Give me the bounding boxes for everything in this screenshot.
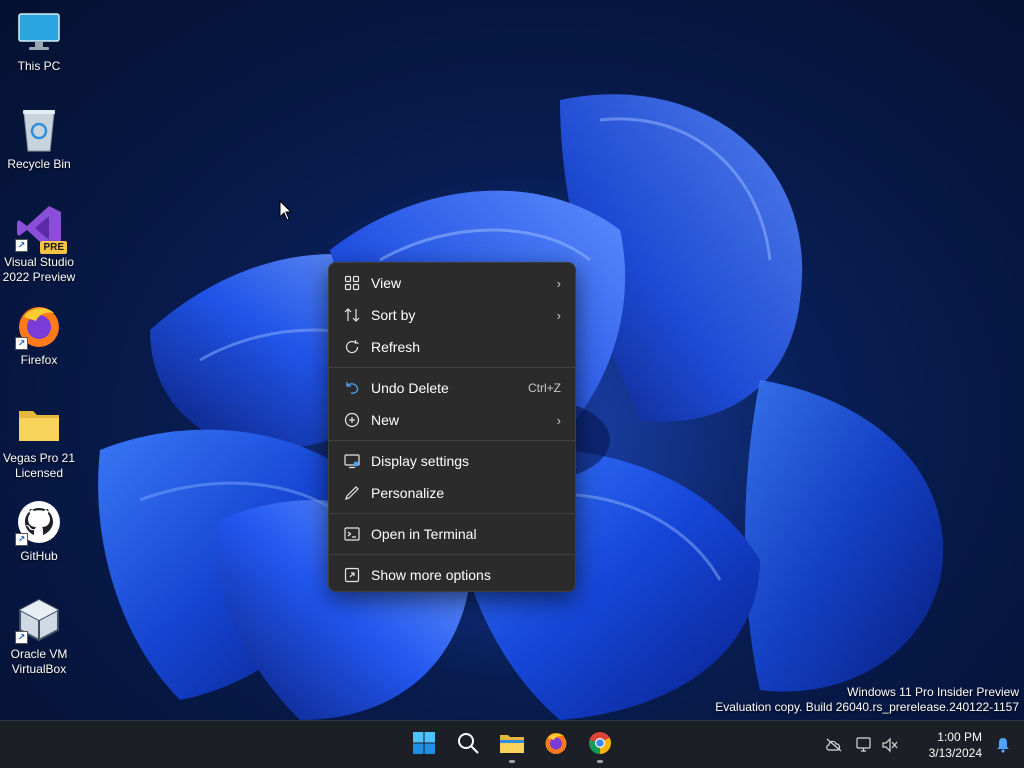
taskbar: 1:00 PM 3/13/2024 xyxy=(0,720,1024,768)
monitor-icon xyxy=(15,8,63,56)
taskbar-clock[interactable]: 1:00 PM 3/13/2024 xyxy=(929,729,982,761)
start-button[interactable] xyxy=(406,727,442,763)
start-icon xyxy=(412,731,436,760)
menu-item-personalize[interactable]: Personalize xyxy=(333,477,571,509)
firefox-icon: ↗ xyxy=(15,302,63,350)
volume-muted-icon[interactable] xyxy=(880,735,900,755)
menu-item-display-settings[interactable]: Display settings xyxy=(333,445,571,477)
undo-icon xyxy=(343,379,361,397)
menu-item-undo-delete[interactable]: Undo Delete Ctrl+Z xyxy=(333,372,571,404)
menu-separator xyxy=(329,554,575,555)
clock-date: 3/13/2024 xyxy=(928,746,982,760)
pre-badge: PRE xyxy=(40,241,67,254)
github-icon: ↗ xyxy=(15,498,63,546)
menu-item-open-in-terminal[interactable]: Open in Terminal xyxy=(333,518,571,550)
menu-item-label: Refresh xyxy=(371,339,421,355)
cloud-offline-icon[interactable] xyxy=(824,735,844,755)
taskbar-firefox[interactable] xyxy=(538,727,574,763)
menu-item-label: Personalize xyxy=(371,485,445,501)
desktop-icon-visual-studio[interactable]: PRE ↗ Visual Studio 2022 Preview xyxy=(2,204,76,285)
menu-item-refresh[interactable]: Refresh xyxy=(333,331,571,363)
desktop-icon-firefox[interactable]: ↗ Firefox xyxy=(2,302,76,368)
desktop-icon-label: GitHub xyxy=(20,549,58,563)
notification-bell-icon[interactable] xyxy=(993,735,1013,755)
watermark-line-1: Windows 11 Pro Insider Preview xyxy=(847,685,1019,699)
visual-studio-icon: PRE ↗ xyxy=(15,204,67,254)
sort-icon xyxy=(343,306,361,324)
watermark-line-2: Evaluation copy. Build 26040.rs_prerelea… xyxy=(715,700,1019,714)
desktop-icon-this-pc[interactable]: This PC xyxy=(2,8,76,74)
menu-separator xyxy=(329,440,575,441)
network-icon[interactable] xyxy=(855,735,875,755)
mouse-cursor-icon xyxy=(279,200,293,221)
chevron-right-icon: › xyxy=(556,307,561,323)
menu-item-view[interactable]: View › xyxy=(333,267,571,299)
search-button[interactable] xyxy=(450,727,486,763)
recycle-bin-icon xyxy=(15,106,63,154)
shortcut-arrow-icon: ↗ xyxy=(15,337,28,350)
more-options-icon xyxy=(343,566,361,584)
firefox-icon xyxy=(544,731,568,760)
taskbar-chrome[interactable] xyxy=(582,727,618,763)
display-settings-icon xyxy=(343,452,361,470)
menu-separator xyxy=(329,367,575,368)
chevron-right-icon: › xyxy=(556,275,561,291)
system-tray: 1:00 PM 3/13/2024 xyxy=(824,721,1024,768)
menu-item-show-more-options[interactable]: Show more options xyxy=(333,559,571,591)
plus-circle-icon xyxy=(343,411,361,429)
desktop-icon-label: Oracle VM VirtualBox xyxy=(10,647,68,676)
clock-time: 1:00 PM xyxy=(937,730,982,744)
folder-icon xyxy=(15,400,63,448)
desktop-icon-vegas-pro[interactable]: Vegas Pro 21 Licensed xyxy=(2,400,76,481)
terminal-icon xyxy=(343,525,361,543)
evaluation-watermark: Windows 11 Pro Insider Preview Evaluatio… xyxy=(715,685,1019,715)
desktop-icon-github[interactable]: ↗ GitHub xyxy=(2,498,76,564)
shortcut-arrow-icon: ↗ xyxy=(15,631,28,644)
desktop-icon-label: Visual Studio 2022 Preview xyxy=(2,255,76,284)
refresh-icon xyxy=(343,338,361,356)
shortcut-arrow-icon: ↗ xyxy=(15,239,28,252)
desktop-icon-label: This PC xyxy=(17,59,61,73)
menu-item-label: Show more options xyxy=(371,567,491,583)
running-indicator xyxy=(509,760,515,763)
menu-item-label: View xyxy=(371,275,402,291)
menu-item-label: Open in Terminal xyxy=(371,526,477,542)
desktop-icon-label: Recycle Bin xyxy=(7,157,71,171)
taskbar-file-explorer[interactable] xyxy=(494,727,530,763)
grid-icon xyxy=(343,274,361,292)
running-indicator xyxy=(597,760,603,763)
desktop-icon-label: Vegas Pro 21 Licensed xyxy=(2,451,76,480)
desktop[interactable]: This PC Recycle Bin PRE ↗ Visual Studio … xyxy=(0,0,1024,720)
virtualbox-icon: ↗ xyxy=(15,596,63,644)
shortcut-arrow-icon: ↗ xyxy=(15,533,28,546)
file-explorer-icon xyxy=(499,732,525,759)
chevron-right-icon: › xyxy=(556,412,561,428)
pen-icon xyxy=(343,484,361,502)
desktop-icon-recycle-bin[interactable]: Recycle Bin xyxy=(2,106,76,172)
shortcut-hint: Ctrl+Z xyxy=(528,381,561,395)
search-icon xyxy=(456,731,480,760)
menu-item-label: New xyxy=(371,412,400,428)
desktop-icon-virtualbox[interactable]: ↗ Oracle VM VirtualBox xyxy=(2,596,76,677)
desktop-icon-label: Firefox xyxy=(20,353,58,367)
chrome-icon xyxy=(588,731,612,760)
menu-item-label: Display settings xyxy=(371,453,470,469)
menu-item-label: Undo Delete xyxy=(371,380,449,396)
menu-item-sort-by[interactable]: Sort by › xyxy=(333,299,571,331)
menu-separator xyxy=(329,513,575,514)
menu-item-new[interactable]: New › xyxy=(333,404,571,436)
desktop-context-menu: View › Sort by › Refresh Undo Delete Ctr… xyxy=(328,262,576,592)
menu-item-label: Sort by xyxy=(371,307,416,323)
